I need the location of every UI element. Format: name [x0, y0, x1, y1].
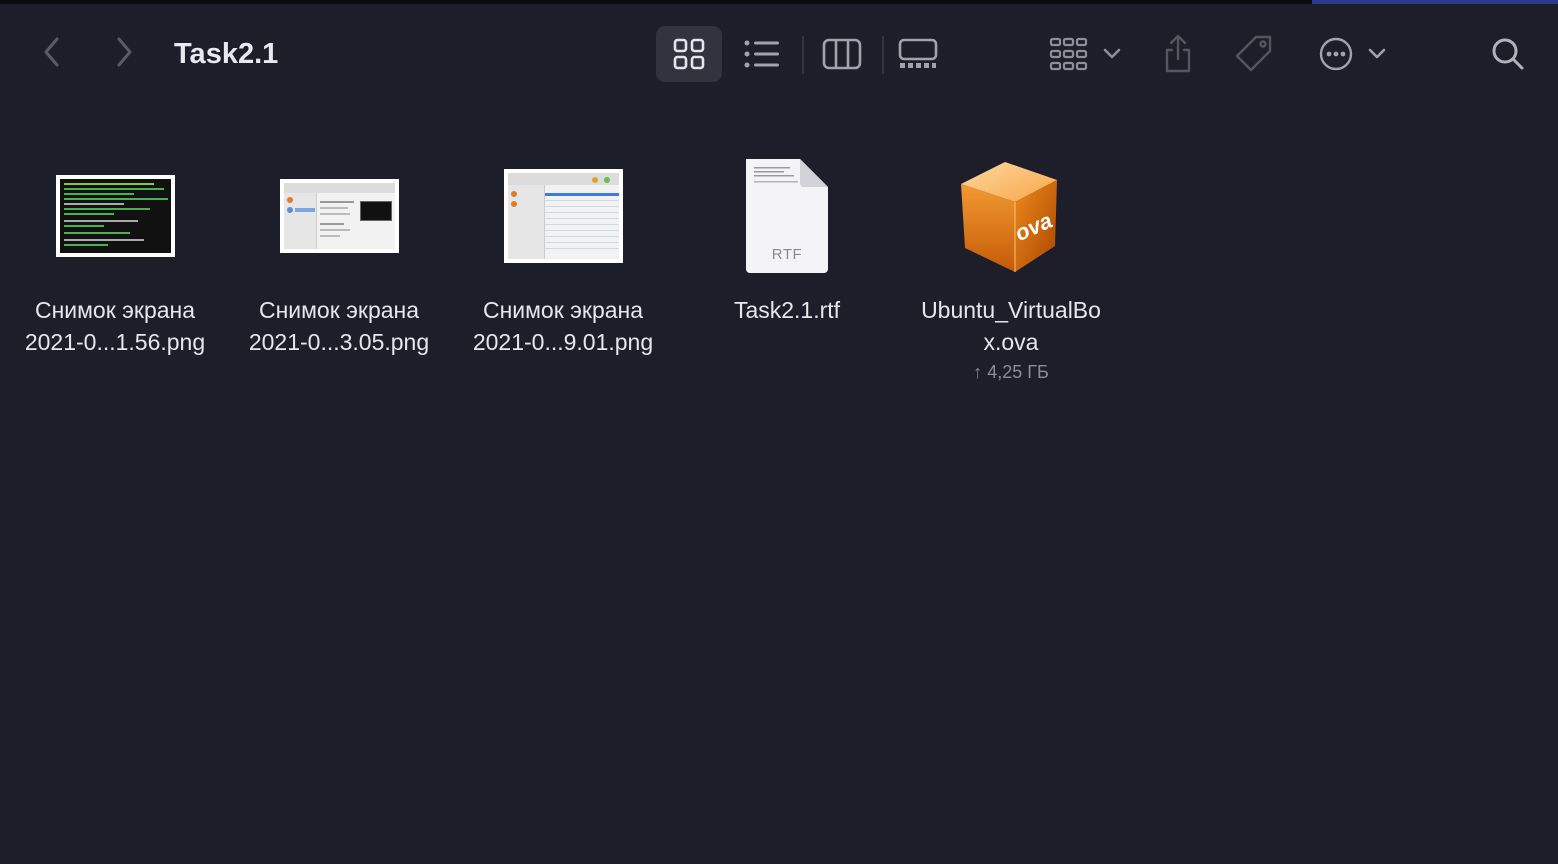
list-view-icon [744, 40, 779, 68]
file-item[interactable]: Снимок экрана 2021-0...1.56.png [0, 150, 230, 400]
ova-package-icon: ova [961, 162, 1057, 272]
file-thumbnail [448, 150, 678, 282]
finder-window: Task2.1 Снимок экрана 2021-0...1.56.png … [0, 0, 1558, 864]
screenshot-thumbnail [55, 175, 175, 257]
file-thumbnail: ova [896, 150, 1126, 282]
file-item[interactable]: Снимок экрана 2021-0...3.05.png [224, 150, 454, 400]
file-name: Снимок экрана 2021-0...3.05.png [248, 297, 430, 355]
search-icon [1492, 38, 1524, 70]
file-thumbnail [0, 150, 230, 282]
list-view-button[interactable] [734, 26, 790, 82]
share-icon [1165, 34, 1191, 73]
group-by-icon [1049, 37, 1088, 71]
more-actions-icon [1319, 37, 1353, 71]
file-name: Снимок экрана 2021-0...1.56.png [24, 297, 206, 355]
file-item[interactable]: RTF Task2.1.rtf [672, 150, 902, 400]
group-by-button[interactable] [1040, 26, 1130, 82]
chevron-down-icon [1103, 48, 1121, 59]
gallery-view-icon [898, 38, 938, 68]
toolbar-divider [882, 36, 884, 74]
chevron-left-icon [44, 37, 59, 67]
back-button[interactable] [36, 32, 68, 72]
file-name: Снимок экрана 2021-0...9.01.png [472, 297, 654, 355]
tag-icon [1235, 35, 1272, 72]
share-button[interactable] [1152, 26, 1204, 82]
screenshot-thumbnail [503, 169, 623, 263]
file-item[interactable]: ova Ubuntu_VirtualBo x.ova ↑ 4,25 ГБ [896, 150, 1126, 400]
terminal-preview [59, 179, 171, 253]
file-thumbnail [224, 150, 454, 282]
file-name: Task2.1.rtf [733, 297, 841, 323]
column-view-icon [822, 38, 862, 70]
window-title: Task2.1 [174, 38, 279, 70]
toolbar: Task2.1 [0, 4, 1558, 100]
forward-button[interactable] [108, 32, 140, 72]
file-name: Ubuntu_VirtualBo x.ova [921, 297, 1101, 355]
icon-view-icon [673, 38, 705, 70]
toolbar-divider [802, 36, 804, 74]
column-view-button[interactable] [814, 26, 870, 82]
chevron-right-icon [117, 37, 132, 67]
file-item[interactable]: Снимок экрана 2021-0...9.01.png [448, 150, 678, 400]
icon-view-button[interactable] [656, 26, 722, 82]
virtualbox-preview [283, 183, 395, 249]
screenshot-thumbnail [279, 179, 399, 253]
search-button[interactable] [1482, 26, 1534, 82]
file-type-badge: RTF [771, 246, 803, 263]
virtualbox-preview [507, 173, 619, 259]
file-thumbnail: RTF [672, 150, 902, 282]
chevron-down-icon [1368, 48, 1386, 59]
gallery-view-button[interactable] [890, 26, 946, 82]
more-actions-button[interactable] [1310, 26, 1394, 82]
upload-status: ↑ 4,25 ГБ [973, 362, 1049, 382]
tag-button[interactable] [1228, 26, 1280, 82]
